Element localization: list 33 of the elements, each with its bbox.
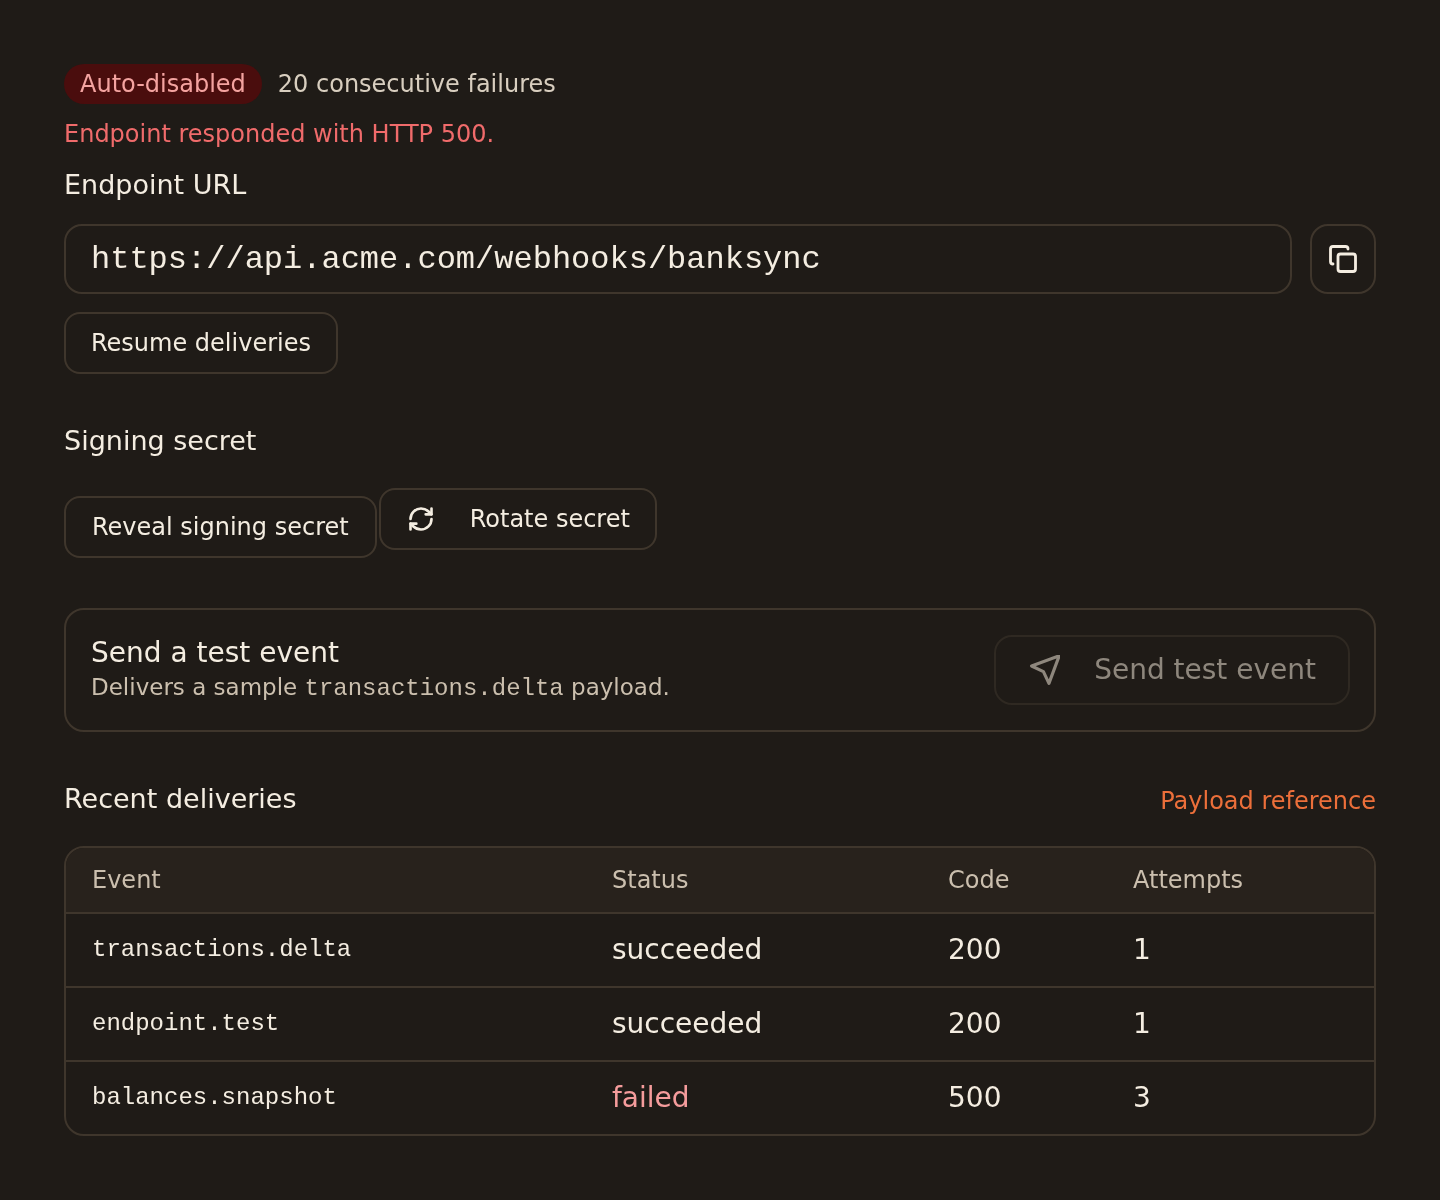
- column-header: Attempts: [1133, 865, 1244, 896]
- rotate-secret-button[interactable]: Rotate secret: [378, 488, 657, 550]
- refresh-icon: [406, 505, 435, 533]
- table-cell-text: transactions.delta: [92, 935, 352, 965]
- section-title: Signing secret: [64, 424, 257, 458]
- table-cell-text: 1: [1133, 932, 1151, 968]
- resume-deliveries-button[interactable]: Resume deliveries: [64, 312, 338, 374]
- table-cell-text: 500: [948, 1080, 1002, 1116]
- card-title: Send a test event: [91, 635, 339, 671]
- table-cell-text: 3: [1133, 1080, 1151, 1116]
- table-cell-text: 200: [948, 932, 1002, 968]
- column-header: Status: [612, 865, 689, 896]
- table-cell-text: endpoint.test: [92, 1009, 280, 1039]
- table-cell-text: 1: [1133, 1006, 1151, 1042]
- status-badge: Auto-disabled: [64, 64, 262, 104]
- table-cell-text: succeeded: [612, 1006, 763, 1042]
- section-title: Recent deliveries: [64, 782, 297, 816]
- payload-reference-link[interactable]: Payload reference: [1160, 785, 1376, 817]
- failure-count: 20 consecutive failures: [277, 69, 556, 100]
- table-cell-text: failed: [612, 1080, 690, 1116]
- table-cell-text: balances.snapshot: [92, 1083, 337, 1113]
- field-label: Endpoint URL: [64, 168, 247, 202]
- copy-button[interactable]: [1310, 224, 1376, 294]
- reveal-secret-button[interactable]: Reveal signing secret: [64, 496, 377, 558]
- paper-plane-icon: [1030, 655, 1061, 685]
- copy-icon: [1328, 244, 1358, 274]
- url-field[interactable]: https://api.acme.com/webhooks/banksync: [64, 224, 1292, 294]
- error-message: Endpoint responded with HTTP 500.: [64, 119, 495, 150]
- column-header: Event: [92, 865, 161, 896]
- table-cell-text: succeeded: [612, 932, 763, 968]
- card-description: Delivers a sample transactions.delta payload.: [91, 673, 670, 704]
- table-cell-text: 200: [948, 1006, 1002, 1042]
- column-header: Code: [948, 865, 1010, 896]
